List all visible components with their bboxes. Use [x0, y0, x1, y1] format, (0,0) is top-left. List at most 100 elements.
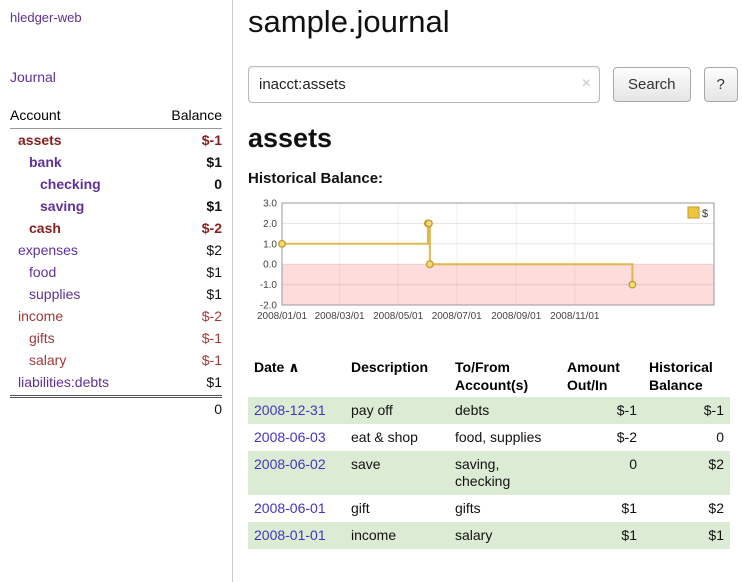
clear-search-icon[interactable]: × [582, 76, 591, 92]
sidebar-account-link-salary[interactable]: salary [10, 352, 66, 368]
register-date-cell: 2008-12-31 [248, 397, 345, 424]
search-input[interactable] [248, 66, 600, 103]
svg-text:2008/05/01: 2008/05/01 [373, 311, 423, 322]
sidebar-account-link-liabilitiesdebts[interactable]: liabilities:debts [10, 374, 109, 390]
svg-text:2008/09/01: 2008/09/01 [491, 311, 541, 322]
sidebar-account-row: supplies $1 [10, 283, 222, 305]
svg-text:3.0: 3.0 [263, 199, 277, 210]
sidebar-account-row: cash $-2 [10, 217, 222, 239]
sidebar-account-row: assets $-1 [10, 129, 222, 151]
register-amount: $-1 [561, 397, 643, 424]
register-description: income [345, 522, 449, 549]
register-header-accounts: To/From Account(s) [449, 355, 561, 397]
sidebar: hledger-web Journal Account Balance asse… [0, 0, 233, 582]
accounts-panel: Account Balance assets $-1 bank $1 checking 0… [10, 105, 222, 420]
svg-text:2008/03/01: 2008/03/01 [315, 311, 365, 322]
table-row: 2008-12-31pay offdebts$-1$-1 [248, 397, 730, 424]
svg-text:2008/01/01: 2008/01/01 [257, 311, 307, 322]
account-balance: $1 [206, 198, 222, 214]
historical-balance-chart-svg: 3.02.01.00.0-1.0-2.02008/01/012008/03/01… [248, 197, 722, 335]
register-accounts: gifts [449, 495, 561, 522]
date-header-label: Date [254, 359, 284, 375]
register-amount: $1 [561, 495, 643, 522]
svg-text:-2.0: -2.0 [260, 301, 278, 312]
account-balance: $1 [206, 264, 222, 280]
sidebar-accounts: assets $-1 bank $1 checking 0 saving $1 cash $-2 e… [10, 129, 222, 393]
account-balance: $1 [206, 286, 222, 302]
search-box: × [248, 66, 600, 103]
sidebar-account-link-bank[interactable]: bank [10, 154, 62, 170]
register-date-cell: 2008-06-01 [248, 495, 345, 522]
table-row: 2008-01-01incomesalary$1$1 [248, 522, 730, 549]
register-header-balance: Historical Balance [643, 355, 730, 397]
register-amount: $1 [561, 522, 643, 549]
table-row: 2008-06-02savesaving, checking0$2 [248, 451, 730, 495]
nav-journal-link[interactable]: Journal [10, 69, 222, 85]
sidebar-account-link-expenses[interactable]: expenses [10, 242, 78, 258]
sidebar-account-link-food[interactable]: food [10, 264, 56, 280]
register-date-link[interactable]: 2008-06-01 [254, 500, 326, 516]
svg-text:2.0: 2.0 [263, 219, 277, 230]
register-date-link[interactable]: 2008-06-03 [254, 429, 326, 445]
sidebar-account-row: salary$-1 [10, 349, 222, 371]
register-accounts: salary [449, 522, 561, 549]
search-button[interactable]: Search [613, 67, 691, 102]
register-balance: $1 [643, 522, 730, 549]
account-balance: 0 [214, 176, 222, 192]
accounts-header-account: Account [10, 107, 61, 123]
register-date-link[interactable]: 2008-01-01 [254, 527, 326, 543]
register-header-amount: Amount Out/In [561, 355, 643, 397]
svg-text:1.0: 1.0 [263, 239, 277, 250]
register-amount: 0 [561, 451, 643, 495]
register-header-date[interactable]: Date ∧ [248, 355, 345, 397]
svg-text:$: $ [702, 208, 708, 220]
accounts-total-row: 0 [10, 395, 222, 420]
sidebar-account-row: gifts $-1 [10, 327, 222, 349]
account-balance: $1 [206, 374, 222, 390]
register-date-link[interactable]: 2008-06-02 [254, 456, 326, 472]
register-balance: $2 [643, 495, 730, 522]
accounts-header-balance: Balance [171, 107, 222, 123]
register-description: gift [345, 495, 449, 522]
sidebar-account-link-income[interactable]: income [10, 308, 63, 324]
account-title: assets [248, 123, 730, 154]
sort-ascending-icon: ∧ [288, 359, 299, 375]
main-content: sample.journal × Search ? assets Histori… [234, 0, 742, 549]
svg-text:2008/11/01: 2008/11/01 [550, 311, 600, 322]
register-date-cell: 2008-06-02 [248, 451, 345, 495]
register-date-cell: 2008-01-01 [248, 522, 345, 549]
help-button[interactable]: ? [704, 67, 738, 102]
svg-text:-1.0: -1.0 [260, 280, 278, 291]
sidebar-account-row: expenses $2 [10, 239, 222, 261]
register-accounts: debts [449, 397, 561, 424]
register-accounts: saving, checking [449, 451, 561, 495]
sidebar-account-row: bank $1 [10, 151, 222, 173]
sidebar-account-row: income$-2 [10, 305, 222, 327]
sidebar-account-link-supplies[interactable]: supplies [10, 286, 80, 302]
balance-chart: 3.02.01.00.0-1.0-2.02008/01/012008/03/01… [248, 197, 730, 335]
register-balance: $-1 [643, 397, 730, 424]
account-balance: $1 [206, 154, 222, 170]
account-balance: $2 [206, 242, 222, 258]
account-balance: $-1 [202, 132, 222, 148]
page-title: sample.journal [248, 4, 730, 40]
sidebar-account-row: liabilities:debts $1 [10, 371, 222, 393]
register-description: eat & shop [345, 424, 449, 451]
account-balance: $-2 [202, 220, 222, 236]
accounts-total-value: 0 [214, 401, 222, 417]
register-balance: $2 [643, 451, 730, 495]
sidebar-account-link-gifts[interactable]: gifts [10, 330, 55, 346]
search-bar: × Search ? [248, 66, 730, 103]
register-accounts: food, supplies [449, 424, 561, 451]
sidebar-account-link-saving[interactable]: saving [10, 198, 84, 214]
app-brand-link[interactable]: hledger-web [10, 10, 222, 25]
sidebar-account-link-checking[interactable]: checking [10, 176, 101, 192]
sidebar-account-link-assets[interactable]: assets [10, 132, 62, 148]
register-date-cell: 2008-06-03 [248, 424, 345, 451]
register-table: Date ∧ Description To/From Account(s) Am… [248, 355, 730, 549]
account-balance: $-1 [202, 330, 222, 346]
sidebar-account-link-cash[interactable]: cash [10, 220, 61, 236]
register-header-description: Description [345, 355, 449, 397]
chart-label: Historical Balance: [248, 170, 730, 187]
register-date-link[interactable]: 2008-12-31 [254, 402, 326, 418]
